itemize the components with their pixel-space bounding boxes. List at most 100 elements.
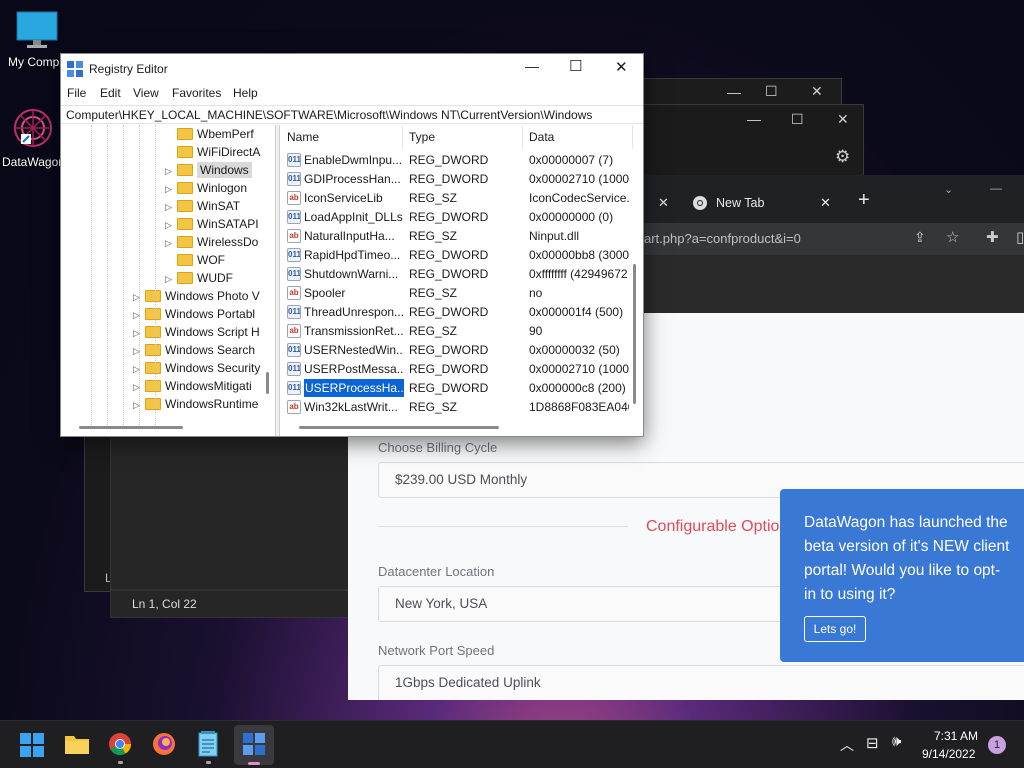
chevron-right-icon[interactable]: ▷: [165, 274, 172, 285]
list-hscroll[interactable]: [299, 426, 499, 429]
value-row[interactable]: ab Spooler REG_SZ no: [281, 284, 631, 303]
volume-icon[interactable]: 🕪: [892, 733, 901, 750]
address-bar[interactable]: art.php?a=confproduct&i=0: [644, 231, 801, 246]
value-row[interactable]: 011 EnableDwmInpu... REG_DWORD 0x00000007 (…: [281, 151, 631, 170]
chevron-up-icon[interactable]: ︿: [840, 735, 854, 755]
menu-favorites[interactable]: Favorites: [172, 86, 221, 100]
tree-item[interactable]: ▷ WindowsRuntime: [133, 397, 258, 415]
maximize-icon[interactable]: ☐: [569, 57, 582, 75]
taskbar-notepad[interactable]: [198, 731, 220, 759]
minimize-icon[interactable]: —: [525, 58, 539, 74]
tree-item[interactable]: ▷ Windows: [165, 162, 252, 181]
gear-icon[interactable]: ⚙: [835, 147, 850, 167]
value-row[interactable]: 011 LoadAppInit_DLLs REG_DWORD 0x00000000 (…: [281, 208, 631, 227]
list-vscroll[interactable]: [633, 264, 636, 404]
value-row[interactable]: 011 USERPostMessa... REG_DWORD 0x00002710 (…: [281, 360, 631, 379]
menu-view[interactable]: View: [133, 86, 159, 100]
tree-item[interactable]: ▷ WindowsMitigati: [133, 379, 252, 397]
value-row[interactable]: ab Win32kLastWrit... REG_SZ 1D8868F083EA040: [281, 398, 631, 417]
address-path[interactable]: Computer\HKEY_LOCAL_MACHINE\SOFTWARE\Mic…: [61, 105, 643, 124]
chevron-right-icon[interactable]: ▷: [165, 184, 172, 195]
value-row[interactable]: ab NaturalInputHa... REG_SZ Ninput.dll: [281, 227, 631, 246]
taskbar: ︿ ⊟ 🕪 7:31 AM 9/14/2022 1: [0, 720, 1024, 768]
taskbar-chrome[interactable]: [108, 732, 134, 758]
menu-help[interactable]: Help: [233, 86, 258, 100]
value-row[interactable]: 011 ThreadUnrespon... REG_DWORD 0x000001f4 …: [281, 303, 631, 322]
value-type: REG_DWORD: [409, 248, 489, 262]
value-name: EnableDwmInpu...: [304, 153, 403, 167]
registry-editor-window[interactable]: Registry Editor — ☐ ✕ File Edit View Fav…: [60, 53, 644, 437]
minimize-icon[interactable]: —: [990, 181, 1002, 195]
minimize-icon[interactable]: —: [727, 84, 741, 100]
minimize-icon[interactable]: —: [747, 111, 761, 127]
chevron-right-icon[interactable]: ▷: [165, 238, 172, 249]
share-icon[interactable]: ⇪: [914, 229, 926, 246]
taskbar-firefox[interactable]: [152, 732, 178, 758]
folder-icon: [145, 308, 161, 320]
taskbar-file-explorer[interactable]: [64, 733, 90, 757]
chevron-right-icon[interactable]: ▷: [165, 166, 172, 177]
value-row[interactable]: 011 GDIProcessHan... REG_DWORD 0x00002710 (…: [281, 170, 631, 189]
network-icon[interactable]: ⊟: [866, 734, 879, 752]
tree-item[interactable]: WOF: [177, 253, 225, 271]
sidebar-icon[interactable]: ▯: [1016, 228, 1024, 246]
tree-guide-line: [91, 125, 92, 425]
folder-icon: [145, 326, 161, 338]
lets-go-button[interactable]: Lets go!: [804, 616, 866, 642]
tree-item[interactable]: ▷ Windows Security: [133, 361, 260, 379]
clock-date[interactable]: 9/14/2022: [922, 747, 975, 761]
binary-value-icon: 011: [287, 210, 301, 224]
chevron-right-icon[interactable]: ▷: [165, 202, 172, 213]
value-row[interactable]: ab TransmissionRet... REG_SZ 90: [281, 322, 631, 341]
close-icon[interactable]: ✕: [837, 111, 849, 128]
tree-item[interactable]: ▷ Windows Portabl: [133, 307, 255, 325]
tree-item[interactable]: ▷ Windows Script H: [133, 325, 260, 343]
tree-item[interactable]: ▷ WUDF: [165, 271, 233, 289]
close-icon[interactable]: ✕: [811, 83, 823, 100]
close-tab-icon[interactable]: ✕: [820, 195, 831, 211]
clock-time[interactable]: 7:31 AM: [934, 729, 978, 743]
port-speed-select[interactable]: 1Gbps Dedicated Uplink: [378, 665, 1024, 700]
tree-item[interactable]: WbemPerf: [177, 127, 254, 145]
tree-item[interactable]: ▷ Winlogon: [165, 181, 247, 199]
tab-new-tab[interactable]: New Tab ✕: [682, 185, 838, 221]
tree-item[interactable]: ▷ Windows Photo V: [133, 289, 260, 307]
monitor-icon: [16, 11, 58, 48]
tree-item[interactable]: ▷ WinSAT: [165, 199, 240, 217]
title-bar[interactable]: Registry Editor — ☐ ✕: [61, 54, 643, 83]
tree-hscroll[interactable]: [79, 426, 183, 429]
star-icon[interactable]: ☆: [946, 228, 959, 246]
folder-icon: [145, 380, 161, 392]
maximize-icon[interactable]: ☐: [765, 83, 778, 100]
tree-item[interactable]: WiFiDirectA: [177, 145, 260, 163]
notification-badge[interactable]: 1: [988, 736, 1006, 754]
menu-edit[interactable]: Edit: [100, 86, 121, 100]
value-row[interactable]: ab IconServiceLib REG_SZ IconCodecService.: [281, 189, 631, 208]
tree-item-label: Windows Search: [165, 343, 256, 357]
pane-splitter[interactable]: [275, 125, 280, 436]
extensions-icon[interactable]: ✚: [986, 228, 999, 246]
value-row[interactable]: 011 ShutdownWarni... REG_DWORD 0xffffffff (…: [281, 265, 631, 284]
value-row[interactable]: 011 USERProcessHa... REG_DWORD 0x000000c8 (…: [281, 379, 631, 398]
string-value-icon: ab: [287, 400, 301, 414]
desktop-icon-datawagon[interactable]: DataWagon: [2, 106, 64, 169]
tree-item[interactable]: ▷ WinSATAPI: [165, 217, 259, 235]
chevron-down-icon[interactable]: ⌄: [944, 183, 953, 196]
column-header-type[interactable]: Type: [403, 125, 523, 149]
value-row[interactable]: 011 USERNestedWin... REG_DWORD 0x00000032 (…: [281, 341, 631, 360]
tree-vscroll[interactable]: [266, 372, 269, 394]
start-button[interactable]: [20, 733, 44, 757]
chevron-right-icon[interactable]: ▷: [165, 220, 172, 231]
tree-item[interactable]: ▷ Windows Search: [133, 343, 256, 361]
menu-file[interactable]: File: [67, 86, 86, 100]
tree-item[interactable]: ▷ WirelessDo: [165, 235, 258, 253]
new-tab-button[interactable]: +: [858, 189, 870, 212]
close-tab-icon[interactable]: ✕: [658, 195, 669, 211]
value-row[interactable]: 011 RapidHpdTimeo... REG_DWORD 0x00000bb8 (…: [281, 246, 631, 265]
maximize-icon[interactable]: ☐: [791, 111, 804, 128]
taskbar-regedit[interactable]: [234, 725, 274, 765]
column-header-data[interactable]: Data: [523, 125, 633, 149]
close-icon[interactable]: ✕: [615, 58, 628, 76]
desktop-icon-my-computer[interactable]: My Compu: [6, 10, 68, 69]
column-header-name[interactable]: Name: [281, 125, 403, 149]
